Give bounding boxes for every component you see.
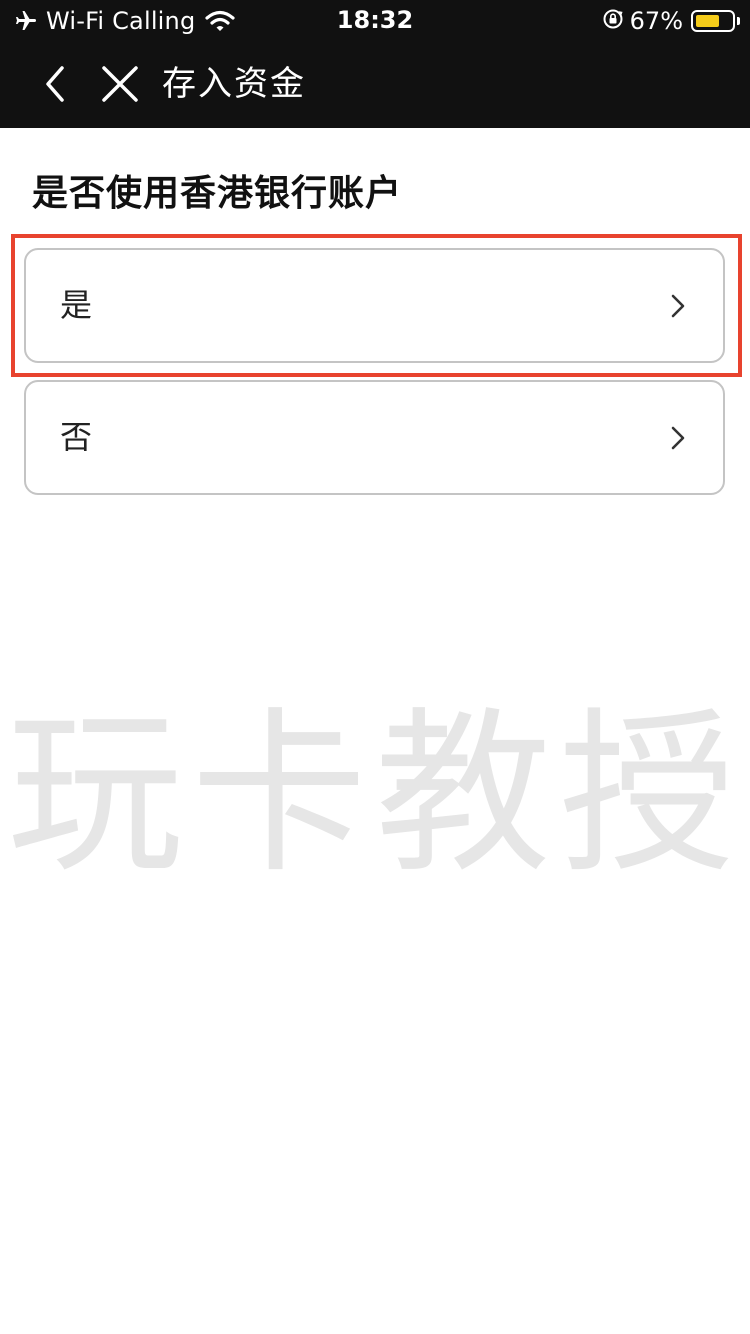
battery-percent: 67%: [629, 7, 683, 35]
chevron-right-icon: [669, 424, 687, 452]
nav-bar: 存入资金: [0, 40, 750, 128]
chevron-right-icon: [669, 292, 687, 320]
back-arrow-icon[interactable]: [36, 62, 76, 106]
close-icon[interactable]: [98, 62, 142, 106]
watermark-text: 玩卡教授: [6, 692, 743, 897]
section-title: 是否使用香港银行账户: [32, 173, 403, 214]
battery-icon: [691, 10, 735, 32]
option-label: 是: [60, 286, 93, 324]
option-no[interactable]: 否: [24, 380, 725, 495]
orientation-lock-icon: [602, 8, 624, 34]
battery-fill: [696, 15, 719, 27]
battery-cap: [737, 17, 740, 25]
status-right: 67%: [602, 6, 740, 36]
status-bar: Wi-Fi Calling 18:32 67%: [0, 0, 750, 40]
option-label: 否: [60, 418, 93, 456]
option-yes[interactable]: 是: [24, 248, 725, 363]
page-title: 存入资金: [162, 64, 306, 104]
